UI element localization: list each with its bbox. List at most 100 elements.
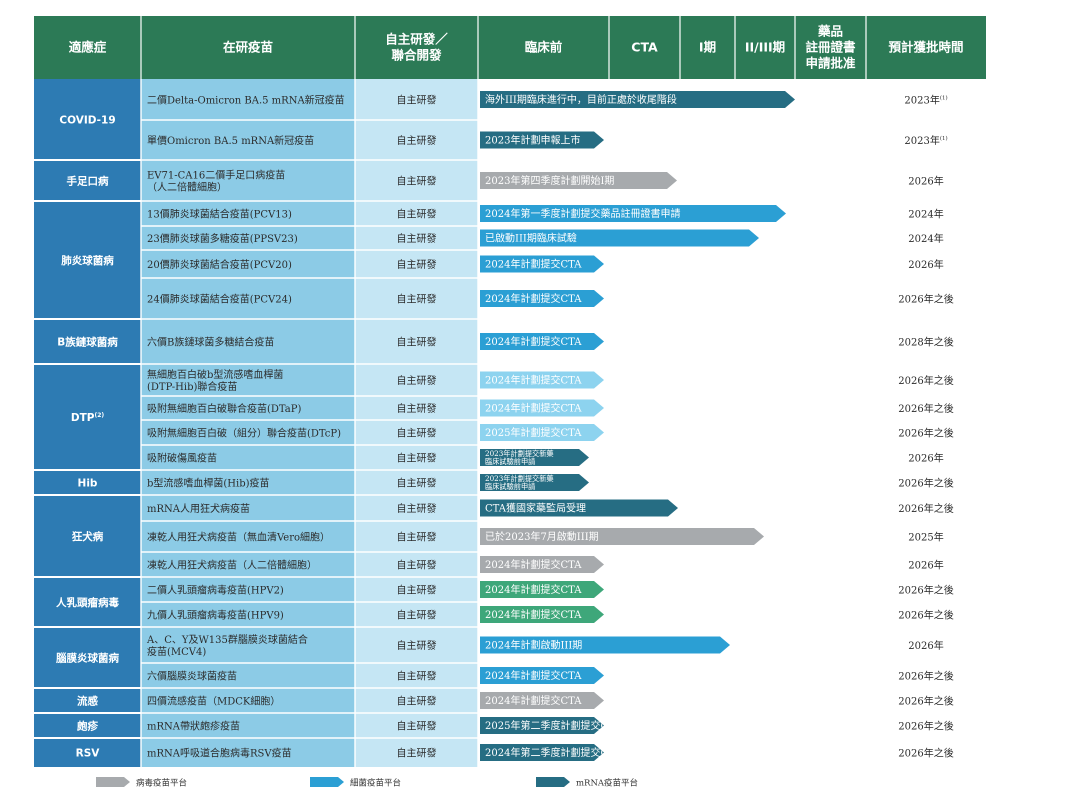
development-type: 自主研發 xyxy=(397,293,437,306)
progress-label: 2024年計劃提交CTA xyxy=(485,402,582,415)
header-phase1: I期 xyxy=(699,40,716,55)
development-type: 自主研發 xyxy=(397,336,437,349)
legend-item-bacterial: 細菌疫苗平台 xyxy=(310,777,401,789)
development-type: 自主研發 xyxy=(397,402,437,415)
indication-label: COVID-19 xyxy=(59,115,115,127)
approval-time: 2026年之後 xyxy=(898,609,953,622)
candidate-name: 無細胞百白破b型流感嗜血桿菌 xyxy=(147,368,283,381)
development-type: 自主研發 xyxy=(397,232,437,245)
candidate-name: mRNA人用狂犬病疫苗 xyxy=(147,502,250,515)
approval-time: 2026年 xyxy=(908,258,943,271)
approval-time: 2023年(1) xyxy=(904,94,947,107)
development-type: 自主研發 xyxy=(397,374,437,387)
platform-legend: 病毒疫苗平台 細菌疫苗平台 mRNA疫苗平台 xyxy=(96,777,638,789)
header-registration: 申請批准 xyxy=(805,56,856,71)
approval-time: 2026年 xyxy=(908,559,943,572)
approval-time: 2026年之後 xyxy=(898,584,953,597)
header-phase23: II/III期 xyxy=(745,40,785,55)
indication-label: 肺炎球菌病 xyxy=(61,254,114,267)
development-type: 自主研發 xyxy=(397,584,437,597)
approval-time: 2026年之後 xyxy=(898,670,953,683)
progress-label: 2025年第二季度計劃提交CTA xyxy=(485,719,622,732)
legend-label: mRNA疫苗平台 xyxy=(576,778,638,789)
candidate-name: b型流感嗜血桿菌(Hib)疫苗 xyxy=(147,477,270,490)
candidate-name: （人二倍體細胞） xyxy=(147,181,227,194)
table-header: 適應症 在研疫苗 自主研發／聯合開發 臨床前 CTA I期 II/III期 藥品註冊證書申請批… xyxy=(34,16,986,79)
approval-footnote: (1) xyxy=(940,95,948,102)
progress-label: 2024年計劃提交CTA xyxy=(485,335,582,348)
development-type: 自主研發 xyxy=(397,747,437,760)
candidate-name: 吸附無細胞百白破聯合疫苗(DTaP) xyxy=(147,402,302,415)
candidate-name: 23價肺炎球菌多糖疫苗(PPSV23) xyxy=(147,232,298,245)
approval-time: 2026年之後 xyxy=(898,402,953,415)
candidate-name: 九價人乳頭瘤病毒疫苗(HPV9) xyxy=(147,609,284,622)
approval-time: 2028年之後 xyxy=(898,336,953,349)
approval-time: 2026年 xyxy=(908,639,943,652)
progress-label: 2023年第四季度計劃開始I期 xyxy=(485,174,614,187)
approval-time: 2026年之後 xyxy=(898,293,953,306)
indication-label: 皰疹 xyxy=(77,720,98,733)
candidate-name: A、C、Y及W135群腦膜炎球菌結合 xyxy=(146,633,308,646)
approval-time: 2026年之後 xyxy=(898,695,953,708)
approval-time: 2026年之後 xyxy=(898,502,953,515)
development-type: 自主研發 xyxy=(397,427,437,440)
candidate-name: 24價肺炎球菌結合疫苗(PCV24) xyxy=(147,293,292,306)
progress-label: 海外III期臨床進行中，目前正處於收尾階段 xyxy=(485,93,677,106)
approval-time: 2026年之後 xyxy=(898,477,953,490)
development-type: 自主研發 xyxy=(397,134,437,147)
candidate-name: EV71-CA16二價手足口病疫苗 xyxy=(147,169,285,182)
approval-time: 2026年 xyxy=(908,452,943,465)
candidate-name: 凍乾人用狂犬病疫苗（無血清Vero細胞） xyxy=(147,531,330,544)
development-type: 自主研發 xyxy=(397,720,437,733)
table-body: COVID-19手足口病肺炎球菌病B族鏈球菌病DTP(2)Hib狂犬病人乳頭瘤病… xyxy=(34,79,954,767)
candidate-name: 二價人乳頭瘤病毒疫苗(HPV2) xyxy=(147,584,284,597)
indication-covid19: COVID-19 xyxy=(59,115,115,127)
header-indication: 適應症 xyxy=(69,40,107,55)
development-type: 自主研發 xyxy=(397,94,437,107)
approval-time: 2023年(1) xyxy=(904,134,947,147)
indication-footnote: (2) xyxy=(94,412,104,419)
indication-label: B族鏈球菌病 xyxy=(57,336,118,349)
approval-time: 2024年 xyxy=(908,232,943,245)
legend-label: 細菌疫苗平台 xyxy=(350,778,401,789)
progress-label: 2024年計劃提交CTA xyxy=(485,558,582,571)
development-type: 自主研發 xyxy=(397,258,437,271)
indication-label: 手足口病 xyxy=(67,175,109,188)
approval-time: 2025年 xyxy=(908,531,943,544)
progress-label: 2024年計劃提交CTA xyxy=(485,292,582,305)
header-registration: 藥品 xyxy=(817,24,843,39)
progress-label: 2024年第二季度計劃提交CTA xyxy=(485,746,622,759)
development-type: 自主研發 xyxy=(397,477,437,490)
progress-label: 2023年計劃申報上市 xyxy=(485,134,580,147)
candidate-name: 凍乾人用狂犬病疫苗（人二倍體細胞） xyxy=(147,559,317,572)
legend-label: 病毒疫苗平台 xyxy=(136,778,187,789)
legend-item-viral: 病毒疫苗平台 xyxy=(96,777,187,789)
legend-swatch xyxy=(536,777,570,787)
candidate-name: 吸附破傷風疫苗 xyxy=(147,452,217,465)
candidate-name: 20價肺炎球菌結合疫苗(PCV20) xyxy=(147,258,292,271)
candidate-name: 二價Delta-Omicron BA.5 mRNA新冠疫苗 xyxy=(147,94,345,107)
candidate-name: 六價B族鏈球菌多糖結合疫苗 xyxy=(147,336,274,349)
development-type: 自主研發 xyxy=(397,452,437,465)
progress-label: 2025年計劃提交CTA xyxy=(485,426,582,439)
progress-label: 已啟動III期臨床試驗 xyxy=(485,232,577,245)
development-type: 自主研發 xyxy=(397,695,437,708)
development-type: 自主研發 xyxy=(397,531,437,544)
progress-label: 2024年計劃提交CTA xyxy=(485,669,582,682)
candidate-name: 四價流感疫苗（MDCK細胞） xyxy=(147,695,280,708)
candidate-name: 吸附無細胞百白破（組分）聯合疫苗(DTcP) xyxy=(147,427,341,440)
approval-time: 2026年之後 xyxy=(898,747,953,760)
development-type: 自主研發 xyxy=(397,502,437,515)
indication-label: 腦膜炎球菌病 xyxy=(56,652,119,665)
progress-label: 2024年計劃提交CTA xyxy=(485,694,582,707)
progress-label: 臨床試驗前申請 xyxy=(485,482,535,491)
header-preclinical: 臨床前 xyxy=(525,40,563,55)
candidate-name: 13價肺炎球菌結合疫苗(PCV13) xyxy=(147,208,292,221)
approval-time: 2026年 xyxy=(908,175,943,188)
header-approval: 預計獲批時間 xyxy=(888,40,963,55)
approval-time: 2026年之後 xyxy=(898,427,953,440)
development-type: 自主研發 xyxy=(397,639,437,652)
progress-label: 2024年計劃提交CTA xyxy=(485,583,582,596)
progress-label: 2024年第一季度計劃提交藥品註冊證書申請 xyxy=(485,207,680,220)
progress-label: 2024年計劃啟動III期 xyxy=(485,639,582,652)
